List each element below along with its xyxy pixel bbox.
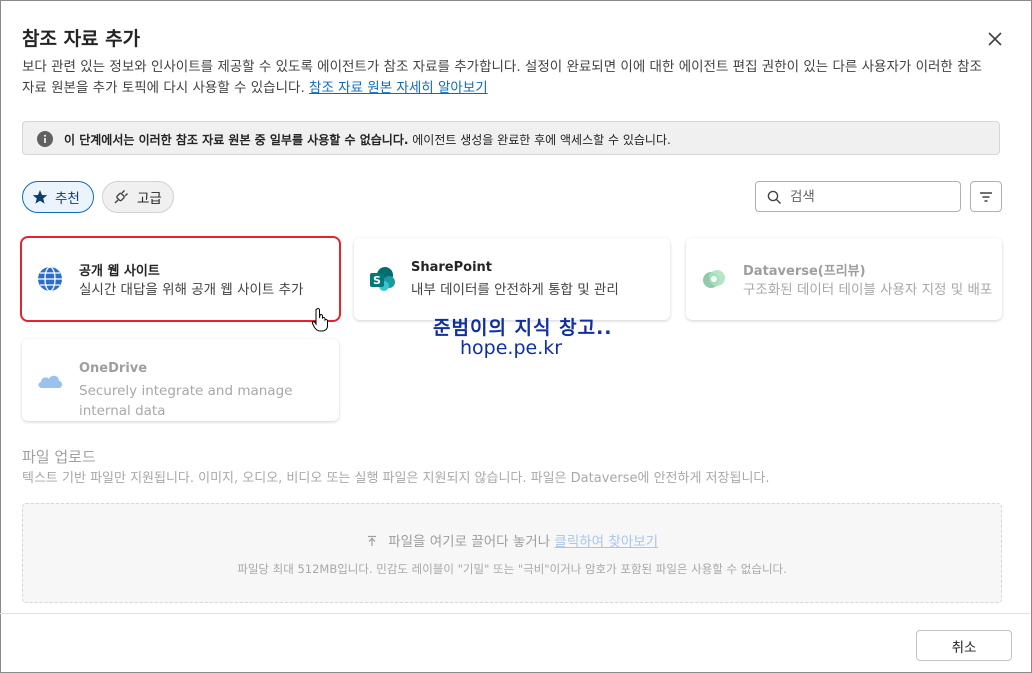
file-drop-zone[interactable]: 파일을 여기로 끌어다 놓거나 클릭하여 찾아보기 파일당 최대 512MB입니… [22, 503, 1002, 603]
search-box [755, 181, 961, 212]
dialog-title: 참조 자료 추가 [22, 28, 141, 50]
search-input[interactable] [788, 186, 952, 208]
info-normal-text: 에이전트 생성을 완료한 후에 액세스할 수 있습니다. [412, 133, 671, 147]
drop-zone-instructions: 파일을 여기로 끌어다 놓거나 클릭하여 찾아보기 [23, 530, 1001, 550]
source-description: 내부 데이터를 안전하게 통합 및 관리 [411, 282, 619, 298]
source-card-public-website[interactable]: 공개 웹 사이트 실시간 대답을 위해 공개 웹 사이트 추가 [20, 236, 341, 322]
search-icon [767, 190, 781, 204]
close-icon [988, 32, 1002, 46]
source-name: OneDrive [79, 361, 148, 376]
source-description: 구조화된 데이터 테이블 사용자 지정 및 배포 [743, 282, 993, 298]
filter-lines-icon [980, 192, 992, 202]
filter-recommended[interactable]: 추천 [22, 181, 94, 213]
learn-more-link[interactable]: 참조 자료 원본 자세히 알아보기 [309, 80, 488, 96]
source-card-onedrive[interactable]: OneDrive Securely integrate and manage i… [22, 339, 339, 421]
filter-advanced[interactable]: 고급 [102, 181, 174, 213]
footer-divider [0, 613, 1030, 614]
description-text: 보다 관련 있는 정보와 인사이트를 제공할 수 있도록 에이전트가 참조 자료… [22, 59, 982, 96]
file-limit-text: 파일당 최대 512MB입니다. 민감도 레이블이 "기밀" 또는 "극비"이거… [237, 562, 787, 576]
source-card-dataverse[interactable]: Dataverse(프리뷰) 구조화된 데이터 테이블 사용자 지정 및 배포 [686, 238, 1002, 320]
upload-section-title: 파일 업로드 [22, 448, 96, 466]
star-icon [32, 190, 48, 204]
filter-recommended-label: 추천 [55, 191, 80, 207]
close-button[interactable] [984, 28, 1006, 50]
cancel-button[interactable]: 취소 [916, 630, 1012, 661]
dataverse-icon [703, 270, 725, 288]
drop-text: 파일을 여기로 끌어다 놓거나 [388, 534, 551, 550]
info-text: 이 단계에서는 이러한 참조 자료 원본 중 일부를 사용할 수 없습니다. 에… [64, 131, 671, 148]
upload-section-description: 텍스트 기반 파일만 지원됩니다. 이미지, 오디오, 비디오 또는 실행 파일… [22, 471, 770, 486]
source-description: Securely integrate and manage internal d… [79, 383, 293, 419]
svg-text:S: S [373, 274, 381, 287]
hand-cursor-icon [311, 307, 328, 332]
watermark-url: hope.pe.kr [460, 337, 563, 359]
source-card-sharepoint[interactable]: S SharePoint 내부 데이터를 안전하게 통합 및 관리 [354, 238, 670, 320]
sharepoint-icon: S [370, 267, 395, 291]
dialog-description: 보다 관련 있는 정보와 인사이트를 제공할 수 있도록 에이전트가 참조 자료… [22, 57, 992, 99]
info-banner: 이 단계에서는 이러한 참조 자료 원본 중 일부를 사용할 수 없습니다. 에… [22, 121, 1000, 155]
source-name: SharePoint [411, 260, 493, 275]
globe-icon [38, 266, 62, 292]
source-name: 공개 웹 사이트 [79, 264, 160, 279]
source-description: 실시간 대답을 위해 공개 웹 사이트 추가 [79, 282, 304, 298]
watermark-text: 준범이의 지식 창고.. [433, 317, 613, 339]
filter-advanced-label: 고급 [137, 191, 162, 207]
plug-icon [114, 190, 128, 204]
onedrive-icon [38, 375, 62, 388]
browse-link[interactable]: 클릭하여 찾아보기 [554, 534, 658, 550]
filter-button[interactable] [970, 181, 1002, 212]
upload-arrow-icon [367, 535, 376, 546]
source-name: Dataverse(프리뷰) [743, 264, 866, 279]
info-icon [37, 131, 53, 147]
info-bold-text: 이 단계에서는 이러한 참조 자료 원본 중 일부를 사용할 수 없습니다. [64, 133, 409, 147]
